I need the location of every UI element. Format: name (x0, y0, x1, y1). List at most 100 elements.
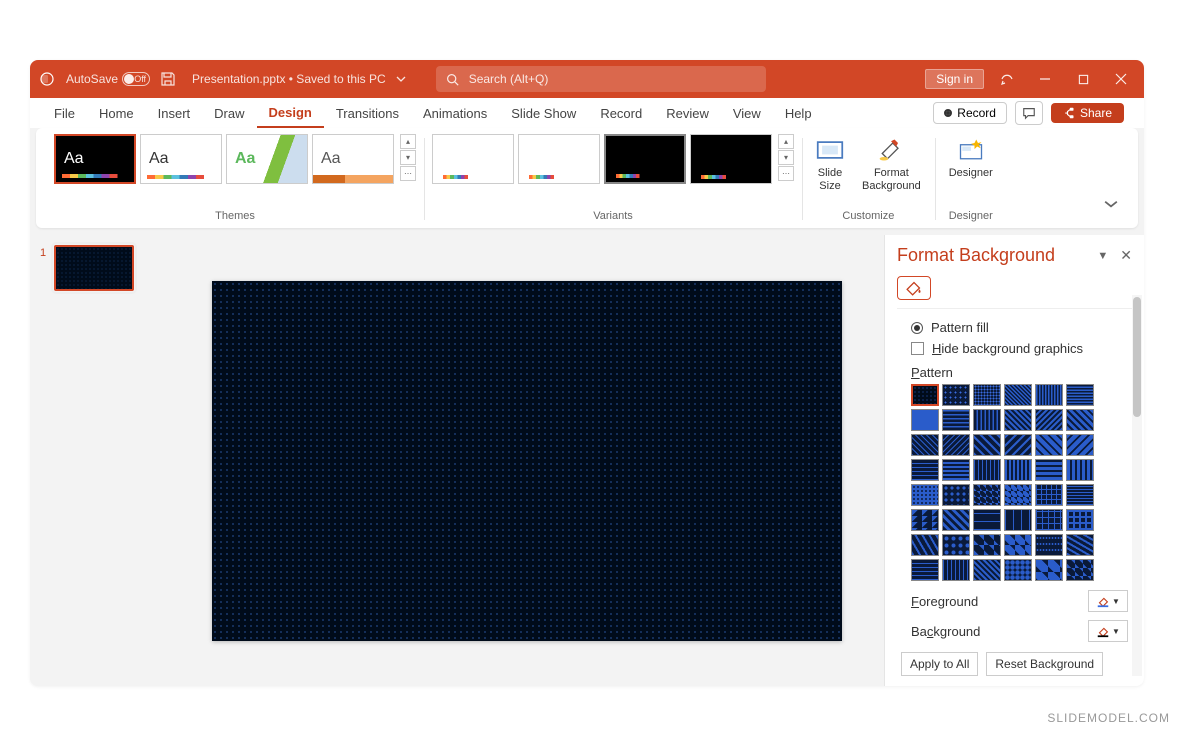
close-button[interactable] (1106, 64, 1136, 94)
pattern-section-label: Pattern (897, 359, 1140, 384)
tab-slide-show[interactable]: Slide Show (499, 100, 588, 127)
pattern-swatch[interactable] (1004, 384, 1032, 406)
pattern-swatch[interactable] (942, 459, 970, 481)
pattern-swatch[interactable] (1066, 484, 1094, 506)
foreground-color-dropdown[interactable]: ▼ (1088, 590, 1128, 612)
pattern-swatch[interactable] (1004, 509, 1032, 531)
pattern-swatch[interactable] (973, 509, 1001, 531)
pattern-swatch[interactable] (911, 484, 939, 506)
slide-thumbnail-1[interactable] (54, 245, 134, 291)
pattern-swatch[interactable] (1004, 484, 1032, 506)
coming-soon-icon[interactable] (992, 64, 1022, 94)
tab-review[interactable]: Review (654, 100, 721, 127)
tab-record[interactable]: Record (588, 100, 654, 127)
apply-to-all-button[interactable]: Apply to All (901, 652, 978, 676)
fill-tab-button[interactable] (897, 276, 931, 300)
pattern-swatch[interactable] (1066, 434, 1094, 456)
pattern-swatch[interactable] (1035, 484, 1063, 506)
pattern-swatch[interactable] (1066, 459, 1094, 481)
search-input[interactable]: Search (Alt+Q) (436, 66, 766, 92)
pattern-swatch[interactable] (911, 384, 939, 406)
pattern-swatch[interactable] (911, 509, 939, 531)
pattern-swatch[interactable] (1066, 509, 1094, 531)
sign-in-button[interactable]: Sign in (925, 69, 984, 89)
share-button[interactable]: Share (1051, 103, 1124, 123)
pane-scrollbar[interactable] (1132, 295, 1142, 676)
maximize-button[interactable] (1068, 64, 1098, 94)
pattern-swatch[interactable] (1035, 434, 1063, 456)
pattern-swatch[interactable] (942, 434, 970, 456)
pattern-swatch[interactable] (911, 534, 939, 556)
pattern-swatch[interactable] (973, 384, 1001, 406)
pane-close-button[interactable]: ✕ (1120, 247, 1132, 264)
variants-more[interactable]: ▴▾⋯ (778, 134, 794, 181)
pattern-swatch[interactable] (1004, 459, 1032, 481)
pattern-swatch[interactable] (973, 484, 1001, 506)
collapse-ribbon-button[interactable] (1094, 191, 1128, 222)
pattern-swatch[interactable] (1004, 434, 1032, 456)
format-background-button[interactable]: Format Background (856, 134, 927, 195)
pattern-swatch[interactable] (942, 534, 970, 556)
pattern-swatch[interactable] (911, 559, 939, 581)
tab-animations[interactable]: Animations (411, 100, 499, 127)
pattern-swatch[interactable] (1066, 534, 1094, 556)
themes-more[interactable]: ▴▾⋯ (400, 134, 416, 181)
pattern-swatch[interactable] (1035, 509, 1063, 531)
tab-design[interactable]: Design (257, 99, 324, 128)
pattern-swatch[interactable] (1035, 459, 1063, 481)
hide-bg-checkbox[interactable]: Hide background graphics (897, 338, 1140, 359)
pattern-swatch[interactable] (1066, 409, 1094, 431)
pattern-swatch[interactable] (911, 409, 939, 431)
theme-thumb-3[interactable]: Aa (226, 134, 308, 184)
pattern-swatch[interactable] (1035, 384, 1063, 406)
designer-button[interactable]: Designer (943, 134, 999, 182)
pattern-swatch[interactable] (973, 459, 1001, 481)
theme-thumb-1[interactable]: Aa (54, 134, 136, 184)
autosave-toggle[interactable]: Off (122, 72, 150, 86)
pattern-swatch[interactable] (973, 409, 1001, 431)
pattern-swatch[interactable] (1035, 534, 1063, 556)
save-icon[interactable] (160, 71, 176, 87)
theme-thumb-2[interactable]: Aa (140, 134, 222, 184)
variant-thumb-4[interactable] (690, 134, 772, 184)
pattern-swatch[interactable] (1035, 559, 1063, 581)
slide-size-button[interactable]: Slide Size (810, 134, 850, 195)
tab-draw[interactable]: Draw (202, 100, 256, 127)
tab-transitions[interactable]: Transitions (324, 100, 411, 127)
pattern-swatch[interactable] (911, 434, 939, 456)
pattern-swatch[interactable] (942, 559, 970, 581)
pattern-swatch[interactable] (1066, 559, 1094, 581)
pattern-swatch[interactable] (942, 509, 970, 531)
pattern-fill-radio[interactable]: Pattern fill (897, 317, 1140, 338)
tab-view[interactable]: View (721, 100, 773, 127)
tab-help[interactable]: Help (773, 100, 824, 127)
minimize-button[interactable] (1030, 64, 1060, 94)
pattern-swatch[interactable] (1035, 409, 1063, 431)
record-button[interactable]: Record (933, 102, 1007, 124)
theme-thumb-4[interactable]: Aa (312, 134, 394, 184)
tab-home[interactable]: Home (87, 100, 146, 127)
variant-thumb-3[interactable] (604, 134, 686, 184)
chevron-down-icon[interactable] (396, 74, 406, 84)
slide-canvas[interactable] (212, 281, 842, 641)
variant-thumb-1[interactable] (432, 134, 514, 184)
document-title[interactable]: Presentation.pptx • Saved to this PC (192, 72, 386, 86)
comments-button[interactable] (1015, 101, 1043, 125)
pane-options-icon[interactable]: ▼ (1097, 250, 1108, 262)
background-color-dropdown[interactable]: ▼ (1088, 620, 1128, 642)
pattern-swatch[interactable] (942, 409, 970, 431)
pattern-swatch[interactable] (973, 559, 1001, 581)
pattern-swatch[interactable] (1004, 409, 1032, 431)
pattern-swatch[interactable] (973, 434, 1001, 456)
reset-background-button[interactable]: Reset Background (986, 652, 1103, 676)
tab-insert[interactable]: Insert (146, 100, 203, 127)
pattern-swatch[interactable] (1066, 384, 1094, 406)
tab-file[interactable]: File (42, 100, 87, 127)
pattern-swatch[interactable] (942, 484, 970, 506)
pattern-swatch[interactable] (911, 459, 939, 481)
variant-thumb-2[interactable] (518, 134, 600, 184)
pattern-swatch[interactable] (1004, 559, 1032, 581)
pattern-swatch[interactable] (942, 384, 970, 406)
pattern-swatch[interactable] (1004, 534, 1032, 556)
pattern-swatch[interactable] (973, 534, 1001, 556)
